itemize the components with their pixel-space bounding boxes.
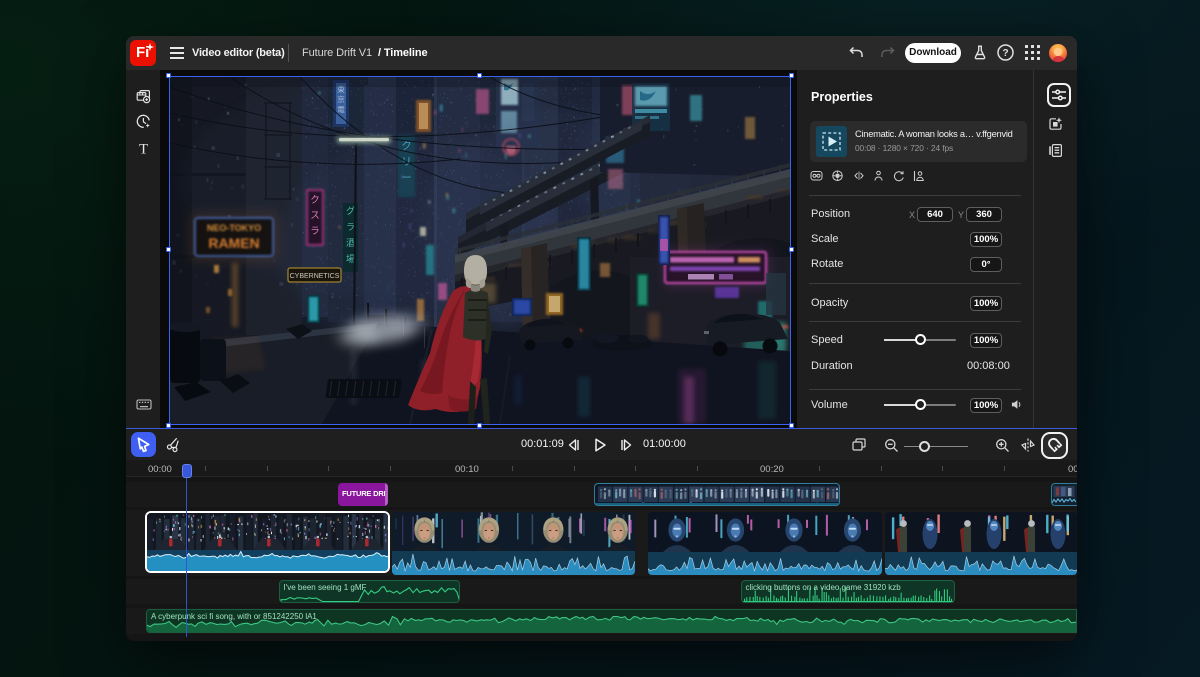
svg-text:T: T bbox=[139, 142, 148, 157]
svg-text:?: ? bbox=[1002, 48, 1008, 59]
